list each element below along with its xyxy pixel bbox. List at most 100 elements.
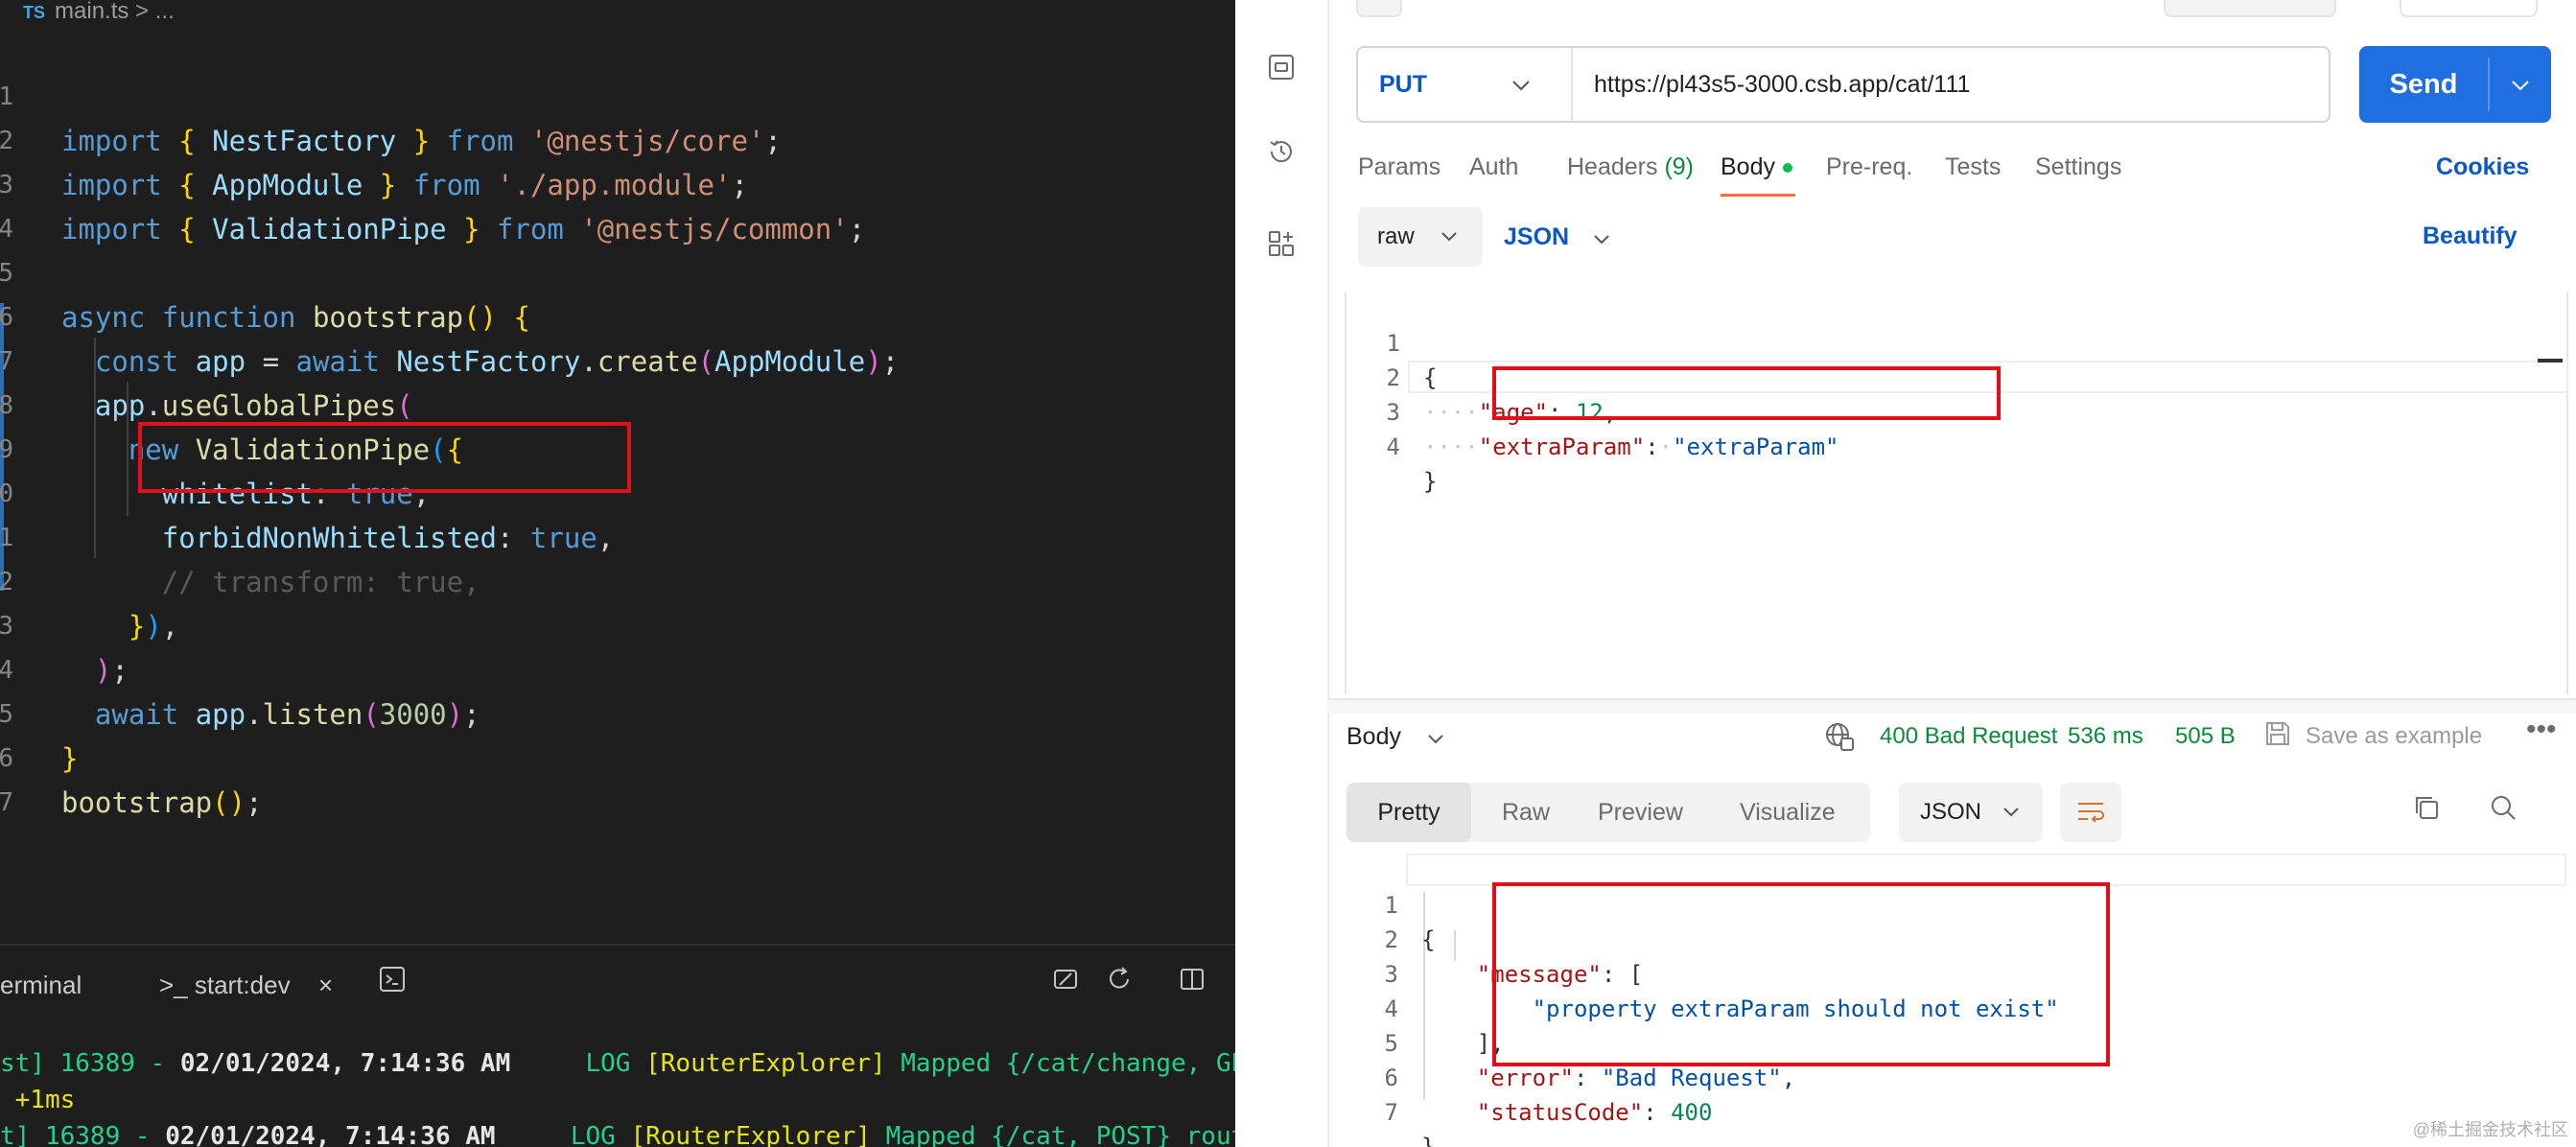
wrap-lines-icon[interactable]: [2060, 783, 2121, 842]
typescript-icon: TS: [23, 3, 46, 22]
tab-preview[interactable]: Preview: [1598, 783, 1683, 842]
response-body-select[interactable]: Body: [1347, 723, 1444, 751]
send-button[interactable]: Send: [2359, 46, 2551, 123]
code-line: 6 bootstrap();: [0, 692, 263, 819]
send-label: Send: [2389, 69, 2458, 100]
code-line: 5 async function bootstrap() {: [0, 207, 530, 334]
save-icon: [2263, 719, 2292, 755]
code-editor[interactable]: TS main.ts > ... 1 import { NestFactory }…: [0, 0, 1235, 1147]
line-number: 7: [1384, 1099, 1398, 1126]
code-line: 1 import { NestFactory } from '@nestjs/c…: [0, 31, 782, 157]
response-format-select[interactable]: JSON: [1899, 783, 2043, 842]
editor-line: 4 }: [1347, 395, 1438, 495]
response-time[interactable]: 536 ms: [2068, 723, 2143, 750]
line-number: 7: [0, 788, 13, 817]
chevron-down-icon: [1440, 232, 1458, 242]
url-input[interactable]: https://pl43s5-3000.csb.app/cat/111: [1594, 48, 1970, 121]
copy-icon[interactable]: [2407, 792, 2446, 831]
cookies-link[interactable]: Cookies: [2436, 153, 2529, 181]
code-line: 5 }: [0, 648, 78, 775]
apps-icon[interactable]: [1264, 228, 1299, 263]
refresh-icon[interactable]: [1103, 965, 1136, 997]
response-format-label: JSON: [1920, 799, 1982, 825]
code-line: 8 new ValidationPipe({: [0, 339, 463, 466]
history-icon[interactable]: [1264, 136, 1299, 171]
body-mode-select[interactable]: raw: [1358, 207, 1483, 267]
editor-line: 1 {: [1347, 292, 1438, 391]
tab-headers[interactable]: Headers (9): [1567, 153, 1694, 181]
terminal-line: +1ms: [0, 1086, 76, 1114]
code-line: 0 forbidNonWhitelisted: true,: [0, 428, 614, 554]
panel-divider[interactable]: [1327, 698, 2576, 714]
chevron-down-icon: [1427, 723, 1444, 750]
highlight-box: [138, 422, 631, 493]
code-line: 9 whitelist: true,: [0, 384, 430, 510]
active-tab-underline: [1721, 194, 1795, 197]
url-bar[interactable]: PUT https://pl43s5-3000.csb.app/cat/111: [1356, 46, 2330, 123]
toolbar-stub[interactable]: [2400, 0, 2538, 17]
breadcrumb-file[interactable]: main.ts: [55, 0, 129, 24]
tab-start-dev[interactable]: >_ start:dev: [159, 971, 291, 1000]
response-size[interactable]: 505 B: [2175, 723, 2236, 750]
breadcrumb-separator: >: [135, 0, 150, 24]
body-mode-label: raw: [1377, 223, 1415, 249]
tab-terminal[interactable]: erminal: [0, 971, 82, 1000]
editor-line: 5 "error": "Bad Request",: [1345, 992, 1796, 1091]
body-format-label: JSON: [1504, 223, 1570, 250]
terminal-icon[interactable]: [376, 965, 409, 997]
terminal-line: st] 16389 - 02/01/2024, 7:14:36 AM LOG […: [0, 1049, 1235, 1078]
tab-settings[interactable]: Settings: [2035, 153, 2121, 181]
tab-raw[interactable]: Raw: [1502, 783, 1550, 842]
request-body-editor[interactable]: 1 { 2 ····"age": 12, 3 ····"extraParam":…: [1345, 292, 2568, 694]
code-line: 2 }),: [0, 516, 178, 643]
highlight-box: [1492, 882, 2110, 1066]
tab-params[interactable]: Params: [1358, 153, 1440, 181]
method-select[interactable]: PUT: [1379, 48, 1427, 121]
breadcrumb-rest[interactable]: ...: [155, 0, 175, 24]
code-line: 2 import { AppModule } from './app.modul…: [0, 75, 748, 201]
breadcrumb[interactable]: TS main.ts > ...: [23, 0, 175, 24]
code-line: 3 );: [0, 560, 129, 687]
editor-line: 3 ····"extraParam":·"extraParam": [1347, 361, 1839, 460]
body-format-select[interactable]: JSON: [1504, 207, 1610, 267]
chevron-down-icon[interactable]: [2490, 46, 2551, 123]
current-line-highlight: [1406, 854, 2566, 886]
editor-line: 7 }: [1345, 1061, 1436, 1147]
network-icon[interactable]: [1824, 721, 1855, 759]
terminal-panel[interactable]: erminal >_ start:dev × st] 16389 - 02/01…: [0, 944, 1235, 1147]
tab-visualize[interactable]: Visualize: [1740, 783, 1836, 842]
tab-pretty[interactable]: Pretty: [1347, 783, 1471, 842]
tab-tests[interactable]: Tests: [1945, 153, 2001, 181]
line-number: 4: [1386, 433, 1400, 460]
save-as-example-button[interactable]: Save as example: [2306, 723, 2482, 750]
side-rail: [1235, 0, 1329, 1147]
code-line: 6 const app = await NestFactory.create(A…: [0, 251, 899, 378]
close-icon[interactable]: ×: [318, 971, 333, 1000]
terminal-line: t] 16389 - 02/01/2024, 7:14:36 AM LOG [R…: [0, 1122, 1235, 1147]
toolbar-stub[interactable]: [1356, 0, 1402, 17]
toolbar-stub[interactable]: [2164, 0, 2336, 17]
split-icon[interactable]: [1176, 965, 1208, 997]
more-icon[interactable]: •••: [2526, 714, 2557, 746]
code-line: 4: [0, 163, 67, 244]
tab-prereq[interactable]: Pre-req.: [1826, 153, 1912, 181]
chevron-down-icon: [2002, 808, 2020, 817]
beautify-button[interactable]: Beautify: [2423, 222, 2517, 250]
code-line: 7: [0, 737, 67, 817]
scrollbar-marker: [2538, 359, 2563, 363]
chevron-down-icon: [1593, 223, 1610, 250]
tab-body[interactable]: Body: [1721, 153, 1792, 181]
api-client[interactable]: PUT https://pl43s5-3000.csb.app/cat/111 …: [1235, 0, 2576, 1147]
tab-auth[interactable]: Auth: [1469, 153, 1518, 181]
clear-icon[interactable]: [1049, 965, 1082, 997]
editor-line: 3 "property extraParam should not exist": [1345, 923, 2059, 1022]
chevron-down-icon[interactable]: [1511, 48, 1531, 121]
divider: [1571, 48, 1573, 121]
code-line: 4 await app.listen(3000);: [0, 604, 480, 731]
search-icon[interactable]: [2484, 792, 2522, 831]
response-view-tabs: Pretty Raw Preview Visualize: [1347, 783, 1870, 842]
editor-line: 2 "message": [: [1345, 888, 1644, 988]
request-icon[interactable]: [1264, 52, 1299, 86]
status-badge[interactable]: 400 Bad Request: [1880, 723, 2057, 750]
editor-line: 6 "statusCode": 400: [1345, 1026, 1713, 1126]
